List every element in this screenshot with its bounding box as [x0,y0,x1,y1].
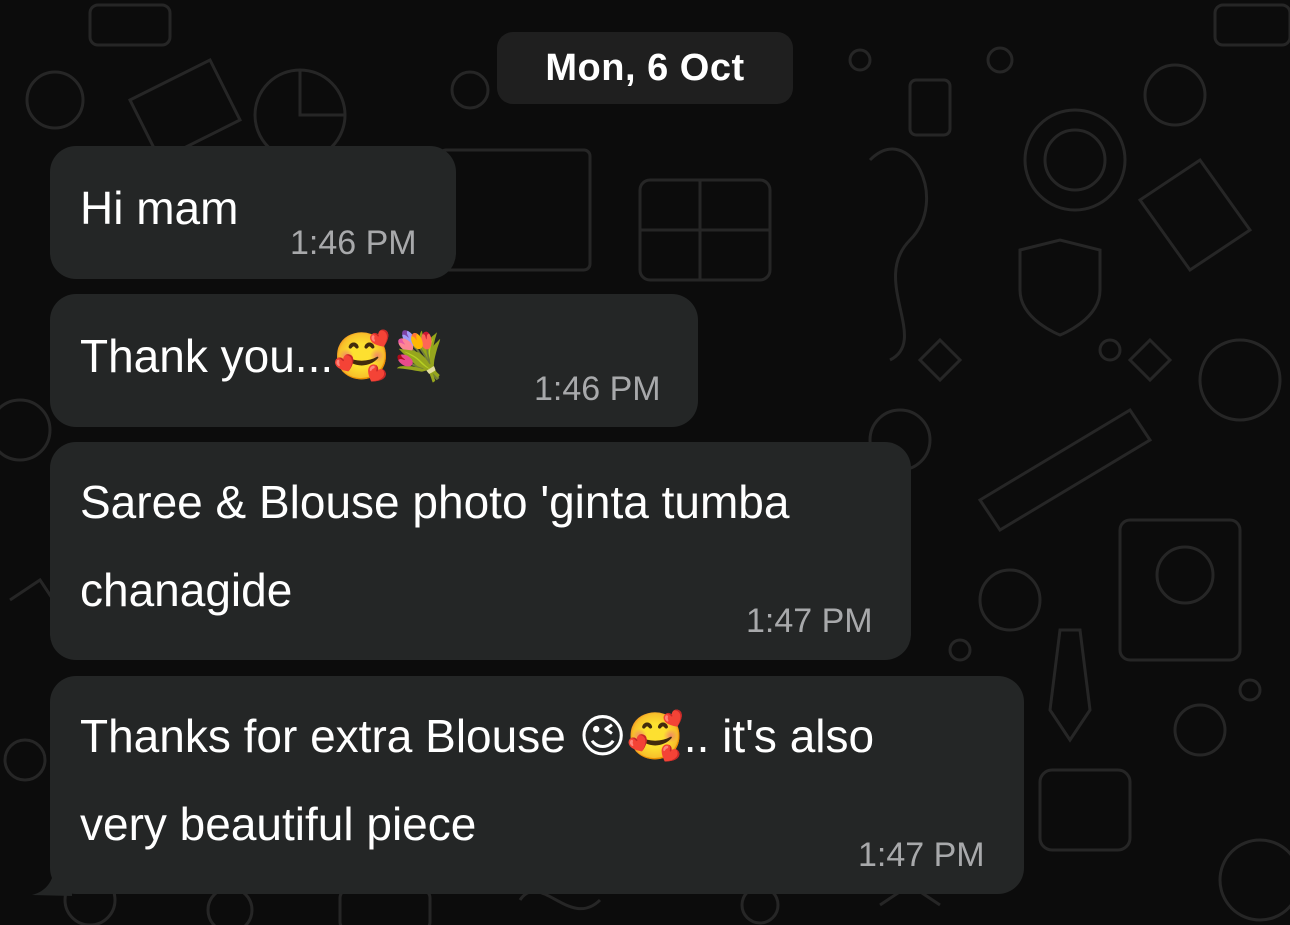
message-timestamp: 1:46 PM [290,224,417,262]
message-bubble[interactable]: Hi mam 1:46 PM [50,146,456,279]
message-bubble[interactable]: Thanks for extra Blouse 😉🥰.. it's also v… [50,676,1024,894]
message-text-line: Saree & Blouse photo 'ginta tumba [80,476,790,528]
message-timestamp: 1:47 PM [746,602,873,640]
message-text: Thank you...🥰💐 [80,330,448,382]
message-text: Hi mam [80,182,239,234]
message-text-line: very beautiful piece [80,798,477,850]
message-timestamp: 1:46 PM [534,370,661,408]
bubble-tail [32,840,72,896]
chat-view[interactable]: Mon, 6 Oct Hi mam 1:46 PM Thank you...🥰💐… [0,0,1290,925]
message-bubble[interactable]: Saree & Blouse photo 'ginta tumba chanag… [50,442,911,660]
date-separator: Mon, 6 Oct [497,32,793,104]
message-bubble[interactable]: Thank you...🥰💐 1:46 PM [50,294,698,427]
message-text-line: chanagide [80,564,293,616]
message-text-line: Thanks for extra Blouse 😉🥰.. it's also [80,710,875,762]
message-timestamp: 1:47 PM [858,836,985,874]
